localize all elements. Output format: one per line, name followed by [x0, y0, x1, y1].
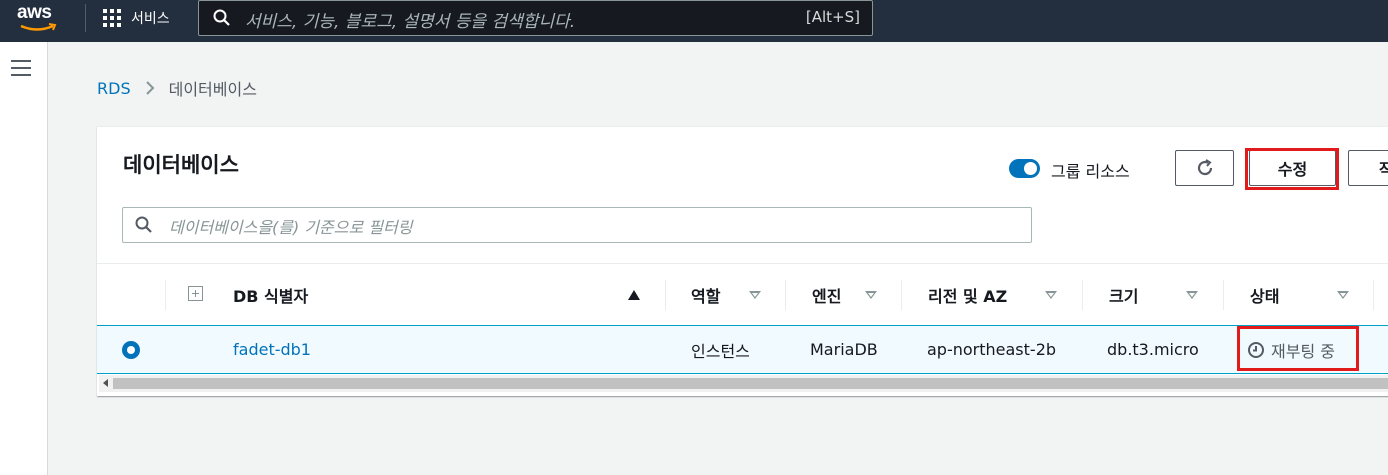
engine-cell: MariaDB: [810, 340, 878, 359]
column-divider: [165, 280, 166, 310]
nav-divider: [85, 4, 86, 32]
table-header: DB 식별자 역할 엔진 리전 및 AZ 크기 상태: [97, 263, 1388, 325]
breadcrumb-rds-link[interactable]: RDS: [97, 79, 131, 98]
filter-placeholder: 데이터베이스을(를) 기준으로 필터링: [169, 218, 413, 237]
top-navigation-bar: aws 서비스 서비스, 기능, 블로그, 설명서 등을 검색합니다. [Alt…: [0, 0, 1388, 42]
column-label: 역할: [691, 286, 721, 306]
modify-highlight-box: [1245, 148, 1339, 190]
column-label: DB 식별자: [233, 286, 309, 306]
column-divider: [1082, 280, 1083, 310]
column-label: 크기: [1109, 286, 1139, 306]
chevron-right-icon: [145, 81, 155, 95]
services-label: 서비스: [131, 11, 170, 27]
databases-panel: 데이터베이스 그룹 리소스 수정 작 데이터베이스을(를) 기준으로 필터링 D…: [97, 126, 1388, 396]
column-divider: [785, 280, 786, 310]
row-select-radio[interactable]: [122, 341, 140, 359]
region-az-cell: ap-northeast-2b: [927, 340, 1057, 359]
sort-down-icon[interactable]: [1337, 291, 1349, 299]
apps-grid-icon: [103, 9, 121, 27]
db-identifier-link[interactable]: fadet-db1: [233, 340, 311, 359]
side-navigation-rail: [0, 42, 48, 475]
column-label: 상태: [1250, 286, 1280, 306]
column-header-status[interactable]: 상태: [1250, 264, 1279, 325]
scrollbar-thumb[interactable]: [113, 378, 1388, 389]
aws-logo[interactable]: aws: [17, 2, 61, 34]
column-divider: [665, 280, 666, 310]
role-cell: 인스턴스: [691, 342, 750, 361]
services-menu-button[interactable]: 서비스: [103, 7, 170, 29]
refresh-icon: [1197, 159, 1212, 176]
sort-ascending-icon[interactable]: [628, 290, 640, 300]
status-highlight-box: [1237, 326, 1359, 371]
aws-logo-text: aws: [17, 2, 52, 23]
column-header-region-az[interactable]: 리전 및 AZ: [928, 264, 1007, 325]
breadcrumb: RDS 데이터베이스: [97, 76, 257, 100]
column-divider: [1223, 280, 1224, 310]
menu-icon[interactable]: [11, 60, 31, 76]
actions-button[interactable]: 작: [1348, 150, 1388, 186]
database-filter-input[interactable]: 데이터베이스을(를) 기준으로 필터링: [122, 207, 1032, 243]
column-divider: [1373, 280, 1374, 310]
sort-down-icon[interactable]: [865, 291, 877, 299]
sort-down-icon[interactable]: [749, 291, 761, 299]
search-icon: [213, 9, 230, 26]
search-icon: [135, 216, 152, 233]
sort-down-icon[interactable]: [1186, 291, 1198, 299]
breadcrumb-current: 데이터베이스: [168, 80, 257, 99]
column-header-role[interactable]: 역할: [691, 264, 720, 325]
column-header-engine[interactable]: 엔진: [812, 264, 841, 325]
page-title: 데이터베이스: [123, 153, 239, 177]
size-cell: db.t3.micro: [1107, 340, 1199, 359]
aws-smile-icon: [20, 23, 57, 31]
column-header-db-identifier[interactable]: DB 식별자: [233, 264, 308, 325]
refresh-button[interactable]: [1175, 150, 1234, 186]
table-row[interactable]: fadet-db1 인스턴스 MariaDB ap-northeast-2b d…: [97, 325, 1388, 374]
column-divider: [901, 280, 902, 310]
scroll-left-icon[interactable]: [103, 379, 108, 387]
column-label: 리전 및 AZ: [928, 286, 1008, 306]
column-header-size[interactable]: 크기: [1109, 264, 1138, 325]
global-search-input[interactable]: 서비스, 기능, 블로그, 설명서 등을 검색합니다. [Alt+S]: [198, 0, 873, 36]
group-resources-toggle[interactable]: [1009, 159, 1040, 178]
global-search-placeholder: 서비스, 기능, 블로그, 설명서 등을 검색합니다.: [245, 12, 576, 32]
horizontal-scrollbar[interactable]: [99, 375, 1388, 392]
search-shortcut-hint: [Alt+S]: [805, 8, 860, 26]
sort-down-icon[interactable]: [1045, 291, 1057, 299]
column-label: 엔진: [812, 286, 842, 306]
group-resources-label: 그룹 리소스: [1051, 162, 1130, 181]
expand-all-icon[interactable]: [188, 286, 203, 301]
